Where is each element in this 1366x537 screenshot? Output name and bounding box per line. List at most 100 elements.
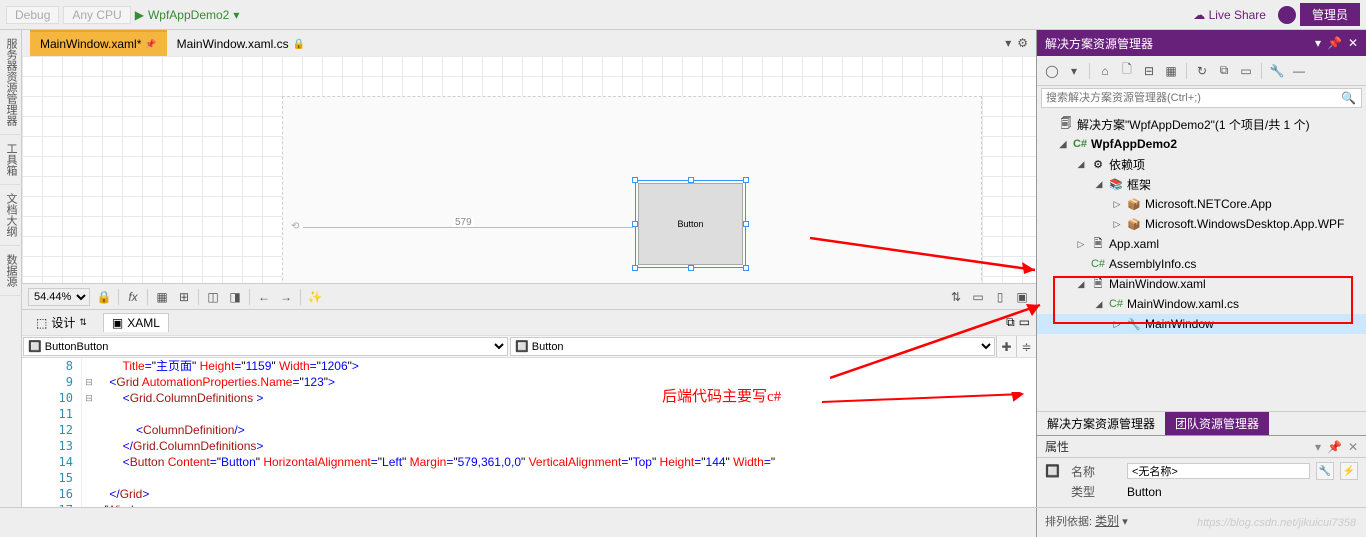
sync-icon[interactable]: 🗋 [1118, 62, 1136, 80]
home-icon[interactable]: ⌂ [1096, 62, 1114, 80]
designer-split-tabs: ⬚ 设计 ⇅ ▣ XAML ⧉ ▭ [22, 309, 1036, 335]
pin-icon[interactable]: 📌 [145, 39, 156, 50]
design-tab-label: 设计 [51, 314, 75, 331]
framework-node[interactable]: ◢📚框架 [1037, 174, 1366, 194]
tab-solution-explorer[interactable]: 解决方案资源管理器 [1037, 412, 1165, 435]
user-icon[interactable] [1278, 6, 1296, 24]
tab-label: MainWindow.xaml.cs [177, 37, 289, 51]
design-window[interactable]: 579 ⟲ Button [282, 96, 982, 283]
pkg-desktop-wpf[interactable]: ▷📦Microsoft.WindowsDesktop.App.WPF [1037, 214, 1366, 234]
snap-icon[interactable]: ◫ [205, 289, 221, 305]
bottom-strip: 排列依据: 类别 ▾ [0, 507, 1366, 537]
tree-label: App.xaml [1109, 237, 1159, 251]
effects-icon[interactable]: ✨ [307, 289, 323, 305]
tree-label: Microsoft.WindowsDesktop.App.WPF [1145, 217, 1344, 231]
settings-icon[interactable]: ⚙ [1017, 36, 1028, 50]
split-vertical-icon[interactable]: ▯ [992, 289, 1008, 305]
document-tabs: MainWindow.xaml* 📌 MainWindow.xaml.cs 🔒 … [22, 30, 1036, 56]
margin-guide [303, 227, 633, 228]
prop-name-input[interactable] [1127, 463, 1310, 479]
collapse-all-icon[interactable]: ⊟ [1140, 62, 1158, 80]
fwd-icon[interactable]: ▾ [1065, 62, 1083, 80]
grid-lines-icon[interactable]: ⊞ [176, 289, 192, 305]
props-dropdown-icon[interactable]: ▾ [1315, 440, 1321, 454]
prop-label: 类型 [1071, 483, 1121, 500]
props-close-icon[interactable]: ✕ [1348, 440, 1358, 454]
panel-dropdown-icon[interactable]: ▾ [1315, 36, 1321, 50]
search-icon[interactable]: 🔍 [1341, 91, 1356, 105]
tree-label: WpfAppDemo2 [1091, 137, 1177, 151]
run-button[interactable]: ▶ WpfAppDemo2 ▾ [135, 8, 240, 22]
project-node[interactable]: ◢C#WpfAppDemo2 [1037, 134, 1366, 154]
breadcrumb-right[interactable]: 🔲 Button [510, 337, 995, 356]
main-toolbar: Debug Any CPU ▶ WpfAppDemo2 ▾ ☁ Live Sha… [0, 0, 1366, 30]
breadcrumb-settings-icon[interactable]: ✚ [996, 336, 1016, 357]
appxaml-node[interactable]: ▷🗎App.xaml [1037, 234, 1366, 254]
asmcs-node[interactable]: C#AssemblyInfo.cs [1037, 254, 1366, 274]
props-pin-icon[interactable]: 📌 [1327, 440, 1342, 454]
design-tab[interactable]: ⬚ 设计 ⇅ [28, 312, 95, 333]
solution-root[interactable]: 🗐解决方案"WpfAppDemo2"(1 个项目/共 1 个) [1037, 114, 1366, 134]
tab-mainwindow-xaml-cs[interactable]: MainWindow.xaml.cs 🔒 [167, 30, 315, 56]
xaml-editor[interactable]: 8910 111213 141516 1718 ⊟⊟ Title="主页面" H… [22, 357, 1036, 507]
solution-explorer-header: 解决方案资源管理器 ▾📌✕ [1037, 30, 1366, 56]
zoom-lock-icon[interactable]: 🔒 [96, 289, 112, 305]
breadcrumb-split-icon[interactable]: ≑ [1016, 336, 1036, 357]
prop-bolt-icon[interactable]: ⚡ [1340, 462, 1358, 480]
designer-surface[interactable]: 579 ⟲ Button 样式代码，风格和html标签+css类似 [22, 56, 1036, 283]
more-icon[interactable]: — [1290, 62, 1308, 80]
mwclass-node[interactable]: ▷🔧MainWindow [1037, 314, 1366, 334]
arrow-left-icon[interactable]: ← [256, 289, 272, 305]
properties-panel: 属性 ▾📌✕ 🔲 名称 🔧 ⚡ 类型 Button [1037, 435, 1366, 507]
tab-mainwindow-xaml[interactable]: MainWindow.xaml* 📌 [30, 30, 167, 56]
view-icon[interactable]: ⧉ [1215, 62, 1233, 80]
props-icon[interactable]: ▭ [1237, 62, 1255, 80]
solution-tree[interactable]: 🗐解决方案"WpfAppDemo2"(1 个项目/共 1 个) ◢C#WpfAp… [1037, 110, 1366, 411]
fold-column[interactable]: ⊟⊟ [82, 358, 96, 507]
tree-label: MainWindow.xaml [1109, 277, 1206, 291]
config-dropdown[interactable]: Debug [6, 6, 59, 24]
data-sources-tab[interactable]: 数据源 [0, 246, 22, 296]
admin-button[interactable]: 管理员 [1300, 3, 1360, 26]
element-icon: 🔲 [1045, 464, 1065, 478]
panel-close-icon[interactable]: ✕ [1348, 36, 1358, 50]
swap-panes-icon[interactable]: ⇅ [948, 289, 964, 305]
collapse-icon[interactable]: ▭ [1019, 315, 1030, 330]
arrow-right-icon[interactable]: → [278, 289, 294, 305]
platform-dropdown[interactable]: Any CPU [63, 6, 130, 24]
xaml-tab-label: XAML [127, 316, 160, 330]
tree-label: AssemblyInfo.cs [1109, 257, 1196, 271]
snap2-icon[interactable]: ◨ [227, 289, 243, 305]
grid-snap-icon[interactable]: ▦ [154, 289, 170, 305]
deps-node[interactable]: ◢⚙依赖项 [1037, 154, 1366, 174]
popout-icon[interactable]: ⧉ [1006, 315, 1015, 330]
props-sort-label[interactable]: 排列依据: 类别 ▾ [1036, 508, 1366, 537]
mwxaml-node[interactable]: ◢🗎MainWindow.xaml [1037, 274, 1366, 294]
document-outline-tab[interactable]: 文档大纲 [0, 185, 22, 246]
prop-wrench-icon[interactable]: 🔧 [1316, 462, 1334, 480]
props-title: 属性 [1045, 438, 1069, 455]
liveshare-button[interactable]: ☁ Live Share [1193, 8, 1266, 22]
solution-search-input[interactable] [1041, 88, 1362, 108]
pkg-netcore[interactable]: ▷📦Microsoft.NETCore.App [1037, 194, 1366, 214]
mwcs-node[interactable]: ◢C#MainWindow.xaml.cs [1037, 294, 1366, 314]
tab-label: MainWindow.xaml* [40, 37, 141, 51]
prop-name-row: 🔲 名称 🔧 ⚡ [1045, 462, 1358, 480]
wrench-icon[interactable]: 🔧 [1268, 62, 1286, 80]
panel-pin-icon[interactable]: 📌 [1327, 36, 1342, 50]
split-horizontal-icon[interactable]: ▭ [970, 289, 986, 305]
tab-dropdown-icon[interactable]: ▾ [1005, 36, 1011, 50]
zoom-dropdown[interactable]: 54.44% [28, 288, 90, 306]
toolbox-tab[interactable]: 工具箱 [0, 135, 22, 185]
show-all-icon[interactable]: ▦ [1162, 62, 1180, 80]
code-content[interactable]: Title="主页面" Height="1159" Width="1206"> … [96, 358, 1036, 507]
back-icon[interactable]: ◯ [1043, 62, 1061, 80]
tab-team-explorer[interactable]: 团队资源管理器 [1165, 412, 1269, 435]
xaml-tab[interactable]: ▣ XAML [103, 313, 169, 332]
fx-icon[interactable]: fx [125, 289, 141, 305]
server-explorer-tab[interactable]: 服务器资源管理器 [0, 30, 22, 135]
expand-pane-icon[interactable]: ▣ [1014, 289, 1030, 305]
refresh-icon[interactable]: ↻ [1193, 62, 1211, 80]
breadcrumb-left[interactable]: 🔲 ButtonButton [23, 337, 508, 356]
tree-label: 解决方案"WpfAppDemo2"(1 个项目/共 1 个) [1077, 116, 1310, 133]
